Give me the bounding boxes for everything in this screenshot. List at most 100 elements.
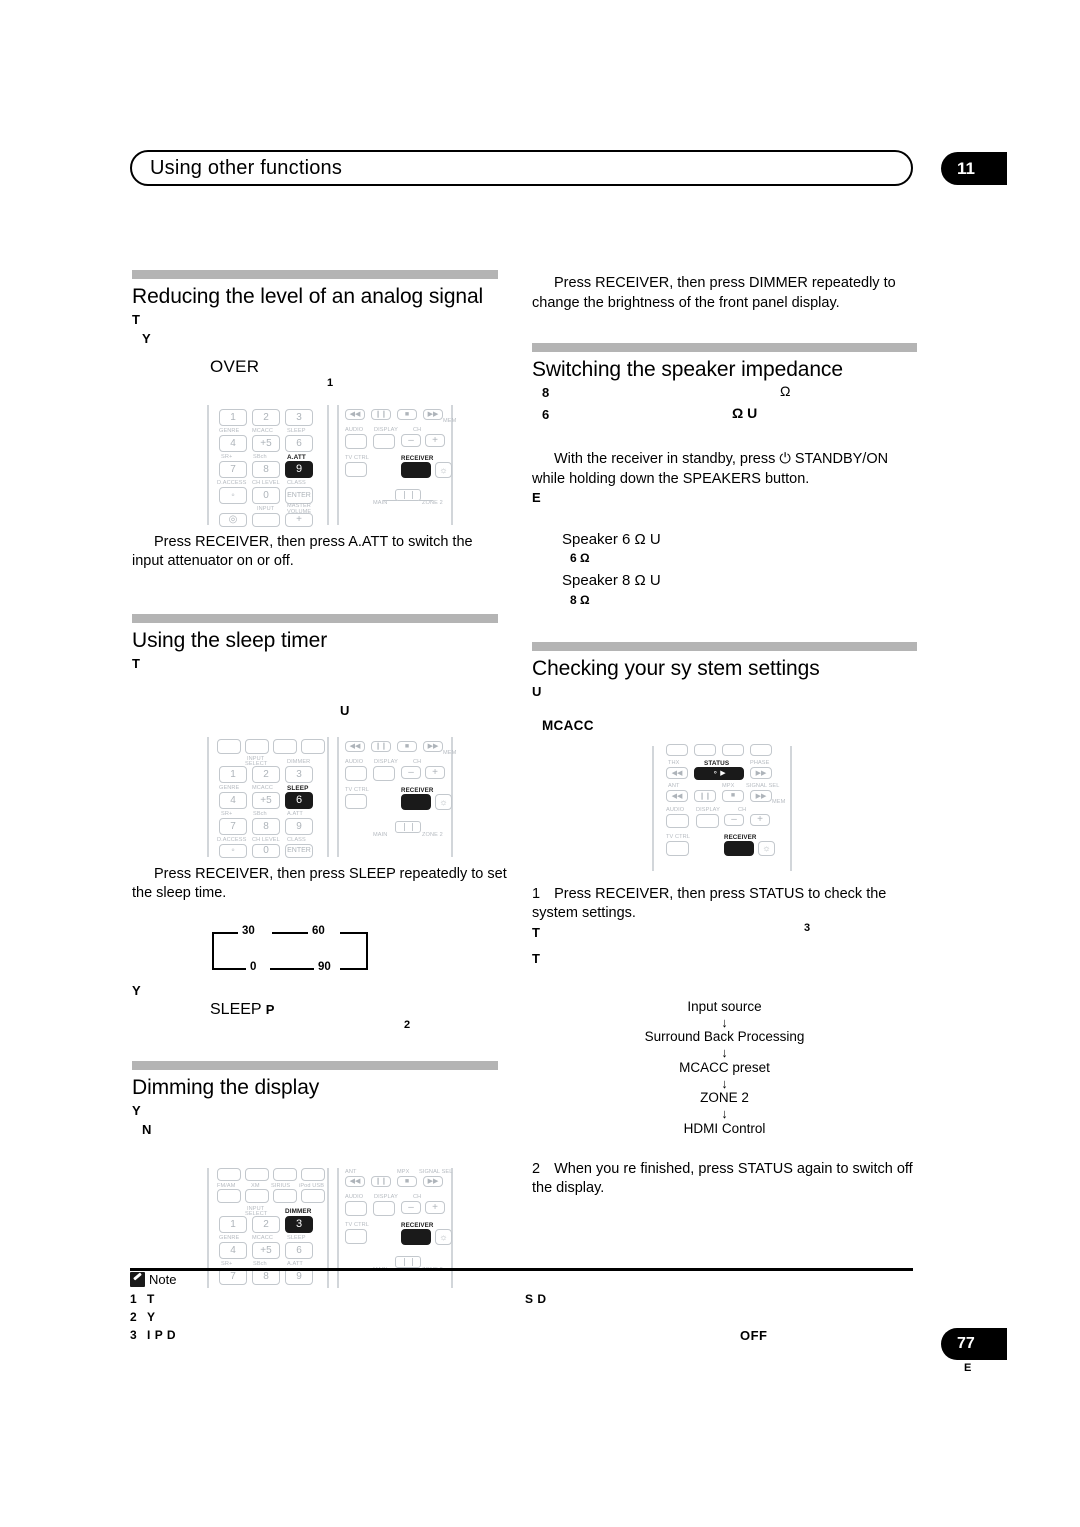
- note-item: 1 T S D: [130, 1290, 920, 1308]
- step-1-text: Press RECEIVER, then press STATUS to che…: [532, 885, 887, 922]
- key-src-top-2: [245, 1167, 269, 1181]
- note-text: Y: [147, 1310, 156, 1324]
- over-indicator-text: OVER: [210, 356, 260, 376]
- key-label-aatt: A.ATT: [287, 453, 306, 461]
- key-enter: ENTER: [285, 843, 313, 858]
- key-label-genre: GENRE: [219, 1234, 240, 1241]
- key-tv-ctrl: [345, 461, 367, 477]
- ghost-impedance-6: 6: [542, 407, 550, 423]
- key-label-ch: CH: [413, 1193, 422, 1200]
- key-label-genre: GENRE: [219, 784, 240, 791]
- key-label-ch: CH: [738, 806, 747, 813]
- key-label-tvctrl: TV CTRL: [345, 1221, 370, 1228]
- key-label-tvctrl: TV CTRL: [345, 454, 370, 461]
- key-label-sr: SR+: [221, 453, 233, 460]
- key-label-mem: MEM: [443, 417, 457, 424]
- key-src-top-1: [217, 1167, 241, 1181]
- key-top-2: [694, 743, 716, 756]
- key-prev: ◀◀: [345, 740, 365, 752]
- impedance-option-list: Speaker 6 Ω U 6 Ω Speaker 8 Ω U 8 Ω: [532, 530, 917, 608]
- key-light-icon: ☼: [435, 793, 452, 810]
- key-pause: ❙❙: [371, 408, 391, 420]
- section-dimming-display: Dimming the display Y N FM/AM XM SIRIUS …: [132, 1060, 507, 1288]
- key-signal-sel: ▶▶: [750, 789, 772, 802]
- key-top-4: [750, 743, 772, 756]
- step-2-text: When you re finished, press STATUS again…: [532, 1160, 913, 1197]
- key-3-highlighted: 3: [285, 1215, 313, 1233]
- key-9-highlighted: 9: [285, 460, 313, 478]
- key-label-display: DISPLAY: [374, 758, 398, 765]
- key-audio: [345, 1200, 367, 1216]
- sleep-display-suffix: P: [265, 1001, 275, 1017]
- key-ipod: [301, 1188, 325, 1203]
- key-label-display: DISPLAY: [374, 426, 398, 433]
- notes-title: Note: [149, 1272, 177, 1287]
- key-input-select: [252, 512, 280, 527]
- right-column: Press RECEIVER, then press DIMMER repeat…: [532, 270, 917, 1199]
- key-label-fmam: FM/AM: [217, 1182, 236, 1189]
- ghost-impedance-ohm-2: Ω U: [732, 405, 758, 422]
- section-heading-analog: Reducing the level of an analog signal: [132, 285, 484, 308]
- ghost-status-2: T: [532, 925, 541, 940]
- key-label-genre: GENRE: [219, 427, 240, 434]
- key-label-mcacc: MCACC: [252, 427, 274, 434]
- step-1: 1 Press RECEIVER, then press STATUS to ch…: [532, 885, 917, 924]
- key-ch-minus: –: [401, 765, 421, 779]
- key-label-sleep: SLEEP: [287, 427, 306, 434]
- key-source-2: [245, 738, 269, 754]
- key-2: 2: [252, 1215, 280, 1233]
- key-3: 3: [285, 765, 313, 783]
- key-label-tvctrl: TV CTRL: [345, 786, 370, 793]
- key-label-receiver: RECEIVER: [724, 833, 757, 841]
- mcacc-label: MCACC: [542, 718, 594, 734]
- note-number: 3: [130, 1328, 138, 1342]
- key-stop: ■: [397, 740, 417, 752]
- key-label-class: CLASS: [287, 479, 306, 486]
- section-rule: [132, 270, 498, 279]
- key-6: 6: [285, 434, 313, 452]
- ghost-impedance-8: 8: [542, 385, 550, 401]
- key-label-aatt: A.ATT: [287, 1260, 303, 1267]
- key-label-class: CLASS: [287, 836, 306, 843]
- key-1: 1: [219, 408, 247, 426]
- ghost-text-dimmer-1: Y: [132, 1102, 141, 1118]
- key-sirius: [273, 1188, 297, 1203]
- key-label-mcacc: MCACC: [252, 784, 274, 791]
- key-audio: [345, 765, 367, 781]
- key-5: +5: [252, 1241, 280, 1259]
- key-ch-minus: –: [401, 1200, 421, 1214]
- key-power: ◎: [219, 512, 247, 527]
- key-display: [373, 1200, 395, 1216]
- key-stop: ■: [397, 1175, 417, 1187]
- key-display: [373, 765, 395, 781]
- key-pause: ❙❙: [371, 1175, 391, 1187]
- key-1: 1: [219, 765, 247, 783]
- key-ch-plus: +: [750, 813, 770, 826]
- cycle-value-90: 90: [318, 960, 331, 973]
- ghost-status-1: U: [532, 684, 542, 700]
- section-speaker-impedance: Switching the speaker impedance 8 Ω 6 Ω …: [532, 343, 917, 608]
- impedance-option-8ohm-label: Speaker 8 Ω U: [562, 572, 661, 590]
- key-prev: ◀◀: [345, 1175, 365, 1187]
- zone-slider: [395, 820, 421, 833]
- note-item: 3 I P D OFF: [130, 1326, 920, 1344]
- key-next: ▶▶: [423, 1175, 443, 1187]
- key-thx: ◀◀: [666, 766, 688, 779]
- notes-separator: [130, 1268, 913, 1271]
- key-label-phase: PHASE: [750, 759, 770, 766]
- zone-slider: [395, 488, 421, 501]
- key-4: 4: [219, 791, 247, 809]
- key-label-receiver: RECEIVER: [401, 1221, 434, 1229]
- flow-item-zone2: ZONE 2: [700, 1090, 749, 1106]
- section-analog-signal: Reducing the level of an analog signal T…: [132, 270, 507, 572]
- key-label-daccess: D.ACCESS: [217, 836, 247, 843]
- chapter-tab: 11: [941, 152, 1007, 185]
- key-8: 8: [252, 460, 280, 478]
- key-label-receiver: RECEIVER: [401, 786, 434, 794]
- flow-item-mcacc-preset: MCACC preset: [679, 1059, 770, 1075]
- key-9: 9: [285, 817, 313, 835]
- language-code: E: [964, 1362, 972, 1374]
- key-label-sbch: SBch: [253, 453, 267, 460]
- notes-list: 1 T S D 2 Y 3 I P D OFF: [130, 1290, 920, 1344]
- instruction-dimmer: Press RECEIVER, then press DIMMER repeat…: [532, 275, 896, 311]
